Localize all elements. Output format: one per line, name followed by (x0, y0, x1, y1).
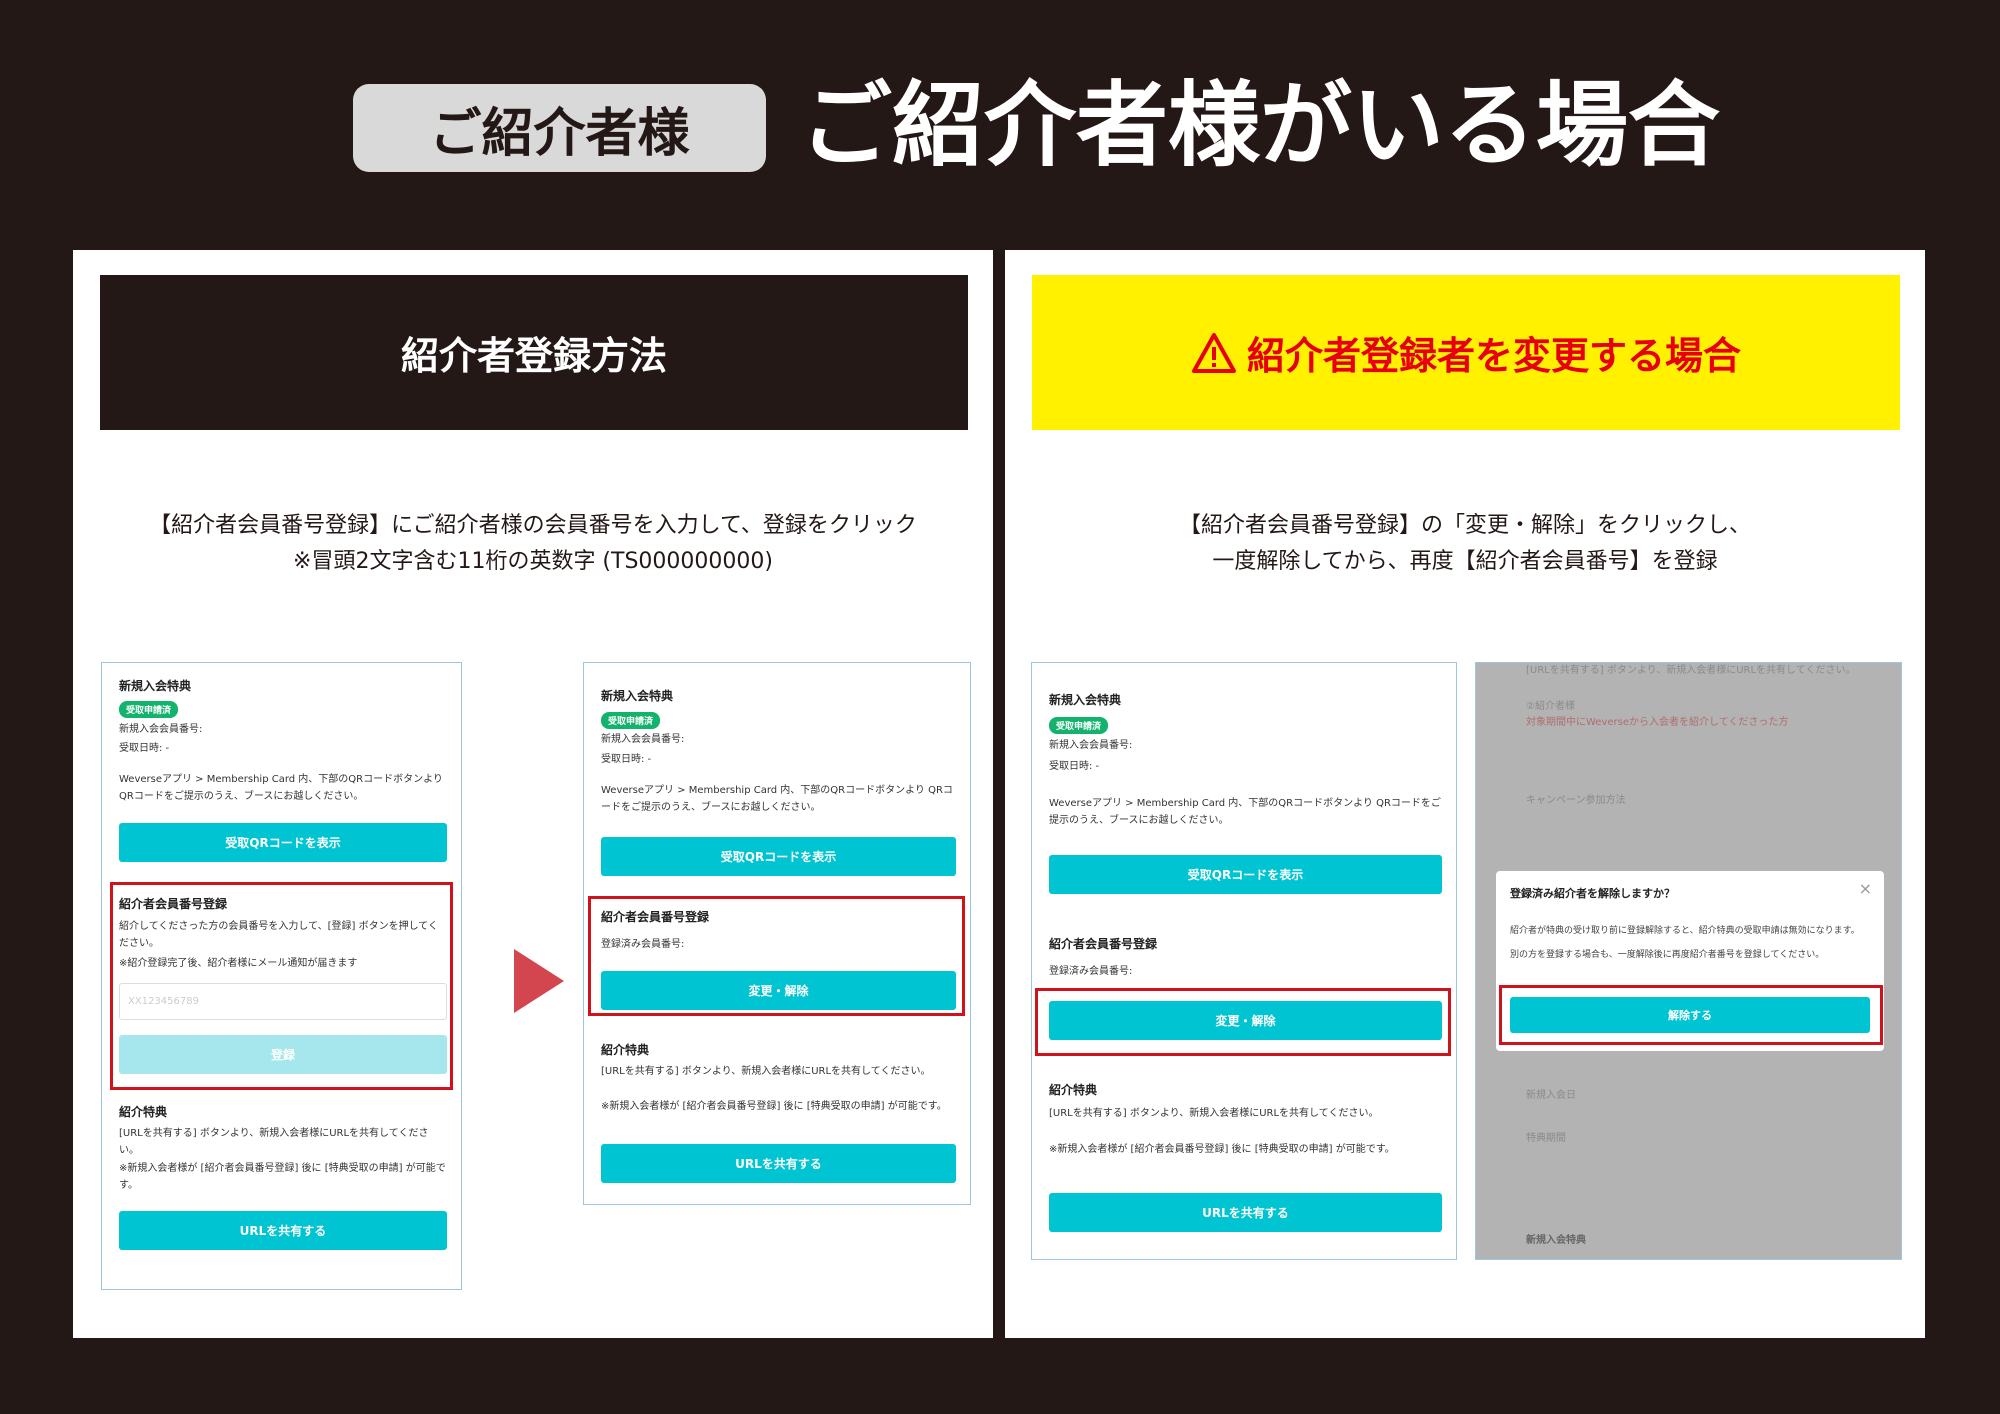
section-title: 新規入会特典 (1049, 693, 1122, 707)
panel-banner: 紹介者登録方法 (100, 275, 968, 430)
referral-description: [URLを共有する] ボタンより、新規入会者様にURLを共有してください。 (1049, 1108, 1379, 1119)
close-icon[interactable]: × (1859, 879, 1872, 898)
section-title: 紹介特典 (119, 1105, 168, 1119)
highlight-box (110, 882, 453, 1090)
panel-description: 【紹介者会員番号登録】の「変更・解除」をクリックし、 一度解除してから、再度【紹… (1005, 508, 1925, 580)
description-line: ※冒頭2文字含む11桁の英数字 (TS000000000) (293, 549, 773, 574)
received-date-label: 受取日時: - (1049, 761, 1100, 772)
phone-screenshot-modal: [URLを共有する] ボタンより、新規入会者様にURLを共有してください。 ②紹… (1475, 662, 1902, 1260)
referral-note: ※新規入会者様が [紹介者会員番号登録] 後に [特典受取の申請] が可能です。 (119, 1163, 446, 1191)
referral-note: ※新規入会者様が [紹介者会員番号登録] 後に [特典受取の申請] が可能です。 (1049, 1144, 1395, 1155)
dialog-body: 紹介者が特典の受け取り前に登録解除すると、紹介特典の受取申請は無効になります。 … (1510, 923, 1872, 963)
description-line: 【紹介者会員番号登録】にご紹介者様の会員番号を入力して、登録をクリック (149, 513, 917, 538)
registration-method-panel: 紹介者登録方法 【紹介者会員番号登録】にご紹介者様の会員番号を入力して、登録をク… (73, 250, 993, 1338)
status-badge: 受取申請済 (1049, 717, 1109, 734)
status-badge: 受取申請済 (119, 701, 179, 718)
description-line: 【紹介者会員番号登録】の「変更・解除」をクリックし、 (1178, 513, 1751, 538)
share-url-button[interactable]: URLを共有する (119, 1211, 447, 1250)
qr-code-button[interactable]: 受取QRコードを表示 (119, 823, 447, 862)
warning-icon (1191, 332, 1236, 373)
dialog-title: 登録済み紹介者を解除しますか？ (1510, 887, 1675, 900)
section-title: 新規入会特典 (601, 689, 674, 703)
instructions-text: Weverseアプリ > Membership Card 内、下部のQRコードボ… (601, 785, 953, 813)
share-url-button[interactable]: URLを共有する (601, 1144, 956, 1183)
change-referrer-panel: 紹介者登録者を変更する場合 【紹介者会員番号登録】の「変更・解除」をクリックし、… (1005, 250, 1925, 1338)
qr-code-button[interactable]: 受取QRコードを表示 (601, 837, 956, 876)
description-line: 一度解除してから、再度【紹介者会員番号】を登録 (1212, 549, 1718, 574)
panel-banner: 紹介者登録者を変更する場合 (1032, 275, 1900, 430)
highlight-box (1035, 988, 1451, 1056)
background-text: [URLを共有する] ボタンより、新規入会者様にURLを共有してください。 (1526, 665, 1856, 676)
background-text: 新規入会日 (1526, 1090, 1576, 1101)
panel-description: 【紹介者会員番号登録】にご紹介者様の会員番号を入力して、登録をクリック ※冒頭2… (73, 508, 993, 580)
section-title: 紹介者会員番号登録 (1049, 937, 1158, 951)
section-title: 紹介特典 (601, 1043, 650, 1057)
received-date-label: 受取日時: - (119, 743, 170, 754)
instructions-text: Weverseアプリ > Membership Card 内、下部のQRコードボ… (119, 774, 443, 802)
section-title: 紹介特典 (1049, 1083, 1098, 1097)
section-title: 新規入会特典 (119, 679, 192, 693)
background-text: 対象期間中にWeverseから入会者を紹介してくださった方 (1526, 717, 1789, 728)
banner-title: 紹介者登録方法 (400, 334, 667, 378)
page-title: ご紹介者様がいる場合 (800, 72, 1721, 179)
arrow-right-icon (514, 949, 564, 1013)
referral-description: [URLを共有する] ボタンより、新規入会者様にURLを共有してください。 (601, 1066, 931, 1077)
banner-title: 紹介者登録者を変更する場合 (1246, 334, 1741, 378)
background-text: 新規入会特典 (1526, 1235, 1586, 1246)
member-number-label: 新規入会会員番号: (1049, 740, 1133, 751)
background-text: ②紹介者様 (1526, 701, 1575, 712)
instructions-text: Weverseアプリ > Membership Card 内、下部のQRコードボ… (1049, 798, 1441, 826)
header-badge: ご紹介者様 (353, 84, 766, 172)
highlight-box (1499, 985, 1883, 1045)
qr-code-button[interactable]: 受取QRコードを表示 (1049, 855, 1442, 894)
dialog-text: 別の方を登録する場合も、一度解除後に再度紹介者番号を登録してください。 (1510, 950, 1825, 960)
status-badge: 受取申請済 (601, 712, 661, 729)
referral-note: ※新規入会者様が [紹介者会員番号登録] 後に [特典受取の申請] が可能です。 (601, 1101, 947, 1112)
member-number-label: 新規入会会員番号: (601, 734, 685, 745)
member-number-label: 新規入会会員番号: (119, 724, 203, 735)
background-text: 特典期間 (1526, 1133, 1566, 1144)
phone-screenshot-change: 新規入会特典 受取申請済 新規入会会員番号: 受取日時: - Weverseアプ… (1031, 662, 1457, 1260)
registered-number-label: 登録済み会員番号: (1049, 966, 1133, 977)
share-url-button[interactable]: URLを共有する (1049, 1193, 1442, 1232)
referral-description: [URLを共有する] ボタンより、新規入会者様にURLを共有してください。 (119, 1128, 429, 1156)
received-date-label: 受取日時: - (601, 754, 652, 765)
background-text: キャンペーン参加方法 (1526, 795, 1626, 806)
highlight-box (588, 896, 965, 1016)
dialog-text: 紹介者が特典の受け取り前に登録解除すると、紹介特典の受取申請は無効になります。 (1510, 926, 1860, 936)
